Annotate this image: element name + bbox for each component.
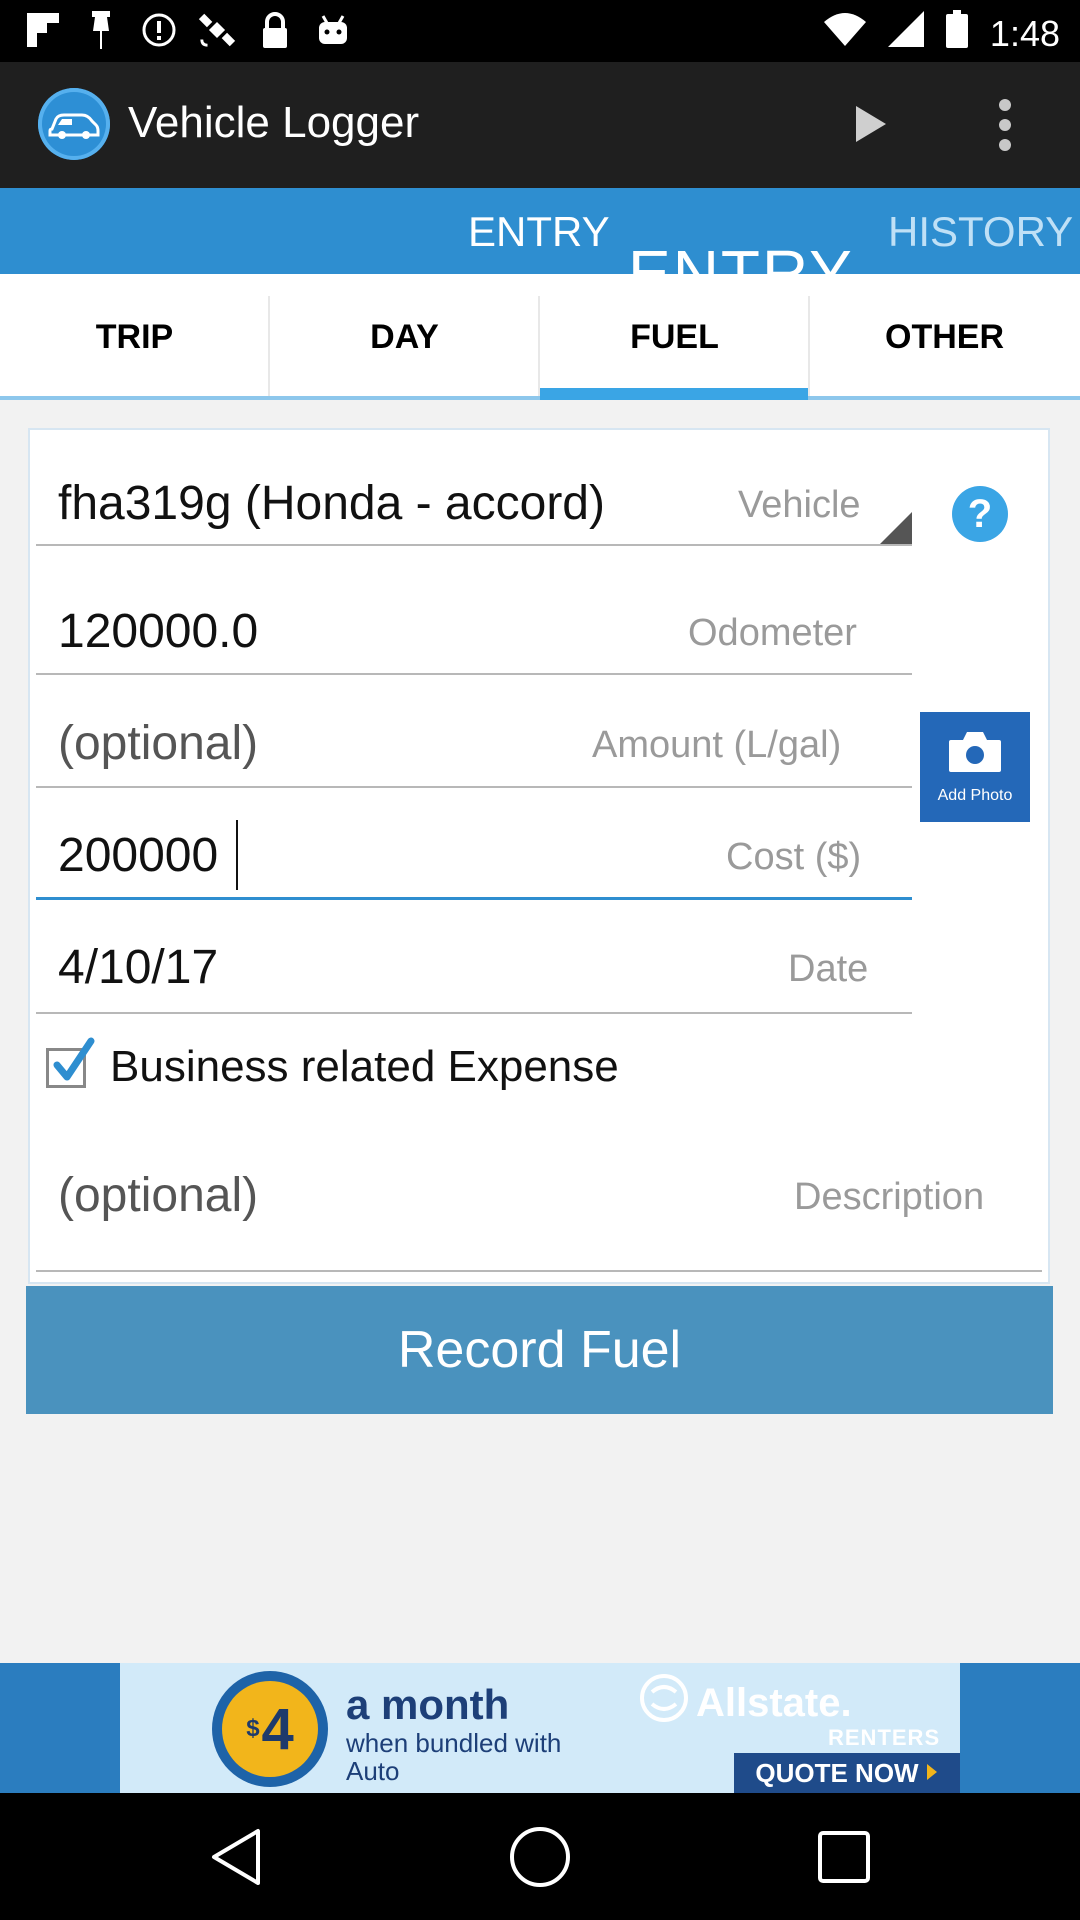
ad-headline: a month (346, 1681, 510, 1728)
cost-underline (36, 897, 912, 900)
ad-quote-button[interactable]: QUOTE NOW (734, 1753, 960, 1793)
amount-label: Amount (L/gal) (592, 724, 842, 766)
app-title: Vehicle Logger (128, 98, 420, 147)
vehicle-select-value[interactable]: fha319g (Honda - accord) (58, 476, 605, 531)
vehicle-label: Vehicle (738, 484, 861, 526)
date-label: Date (788, 948, 869, 990)
sub-tab-day[interactable]: DAY (270, 274, 539, 400)
clock-time: 1:48 (989, 12, 1060, 54)
signal-icon (887, 11, 924, 56)
app-bar: Vehicle Logger (0, 62, 1080, 188)
business-expense-checkbox[interactable] (46, 1037, 95, 1088)
ad-subline: when bundled with Auto (346, 1728, 562, 1786)
record-fuel-button[interactable]: Record Fuel (26, 1286, 1053, 1414)
status-icons (24, 10, 352, 50)
satellite-icon (198, 10, 236, 50)
description-field[interactable]: (optional) (58, 1168, 258, 1223)
battery-icon (945, 10, 968, 57)
sub-tabs: TRIP DAY FUEL OTHER (0, 274, 1080, 400)
checkmark-icon (53, 1037, 95, 1081)
car-icon[interactable] (38, 88, 110, 160)
cost-field[interactable]: 200000 (58, 828, 218, 883)
add-photo-button[interactable]: Add Photo (920, 712, 1030, 822)
dropdown-corner-icon[interactable] (880, 512, 912, 544)
recents-icon[interactable] (806, 1819, 882, 1895)
description-label: Description (794, 1176, 985, 1218)
home-icon[interactable] (502, 1819, 578, 1895)
odometer-label: Odometer (688, 612, 857, 654)
ad-price-symbol: $ (246, 1715, 260, 1742)
sub-tab-trip[interactable]: TRIP (0, 274, 269, 400)
tab-entry[interactable]: ENTRY (468, 208, 610, 256)
vehicle-underline (36, 544, 912, 546)
cost-label: Cost ($) (726, 836, 862, 878)
notification-pin-icon (82, 10, 120, 50)
camera-icon (947, 730, 1003, 779)
ad-brand-sub: RENTERS (828, 1725, 941, 1750)
allstate-logo-icon (640, 1674, 688, 1732)
status-bar: 1:48 (0, 0, 1080, 62)
status-right: 1:48 (823, 10, 1060, 57)
chevron-right-icon (925, 1758, 939, 1789)
odometer-field[interactable]: 120000.0 (58, 604, 258, 659)
tab-history[interactable]: HISTORY (888, 208, 1073, 256)
sub-tab-fuel[interactable]: FUEL (540, 274, 809, 400)
play-icon[interactable] (838, 92, 902, 156)
sub-tab-active-indicator (540, 388, 808, 400)
odometer-underline (36, 673, 912, 675)
back-icon[interactable] (198, 1819, 274, 1895)
amount-underline (36, 786, 912, 788)
wifi-icon (823, 12, 866, 55)
tab-transition-ghost: ENTRY (628, 237, 854, 274)
system-nav-bar (0, 1793, 1080, 1920)
ad-banner[interactable]: $4 a month when bundled with Auto Allsta… (120, 1663, 960, 1793)
android-icon (314, 10, 352, 50)
info-icon (140, 10, 178, 50)
date-underline (36, 1012, 912, 1014)
text-cursor (236, 820, 238, 890)
date-field[interactable]: 4/10/17 (58, 940, 218, 995)
business-expense-label[interactable]: Business related Expense (110, 1042, 619, 1092)
lock-icon (256, 10, 294, 50)
ad-price-badge: $4 (212, 1671, 328, 1787)
sub-tab-other[interactable]: OTHER (810, 274, 1079, 400)
amount-field[interactable]: (optional) (58, 716, 258, 771)
more-vert-icon[interactable] (980, 90, 1030, 160)
add-photo-label: Add Photo (937, 786, 1013, 804)
ad-price-value: 4 (261, 1696, 294, 1762)
ad-brand-name: Allstate. (696, 1680, 852, 1725)
ad-price: $4 (222, 1681, 318, 1777)
description-underline (36, 1270, 1042, 1272)
flipboard-icon (24, 10, 62, 50)
ad-brand: Allstate. (640, 1673, 940, 1733)
ad-cta-label: QUOTE NOW (755, 1757, 919, 1788)
help-icon[interactable]: ? (952, 486, 1008, 542)
top-tabs: ENTRY HISTORY ENTRY (0, 188, 1080, 274)
